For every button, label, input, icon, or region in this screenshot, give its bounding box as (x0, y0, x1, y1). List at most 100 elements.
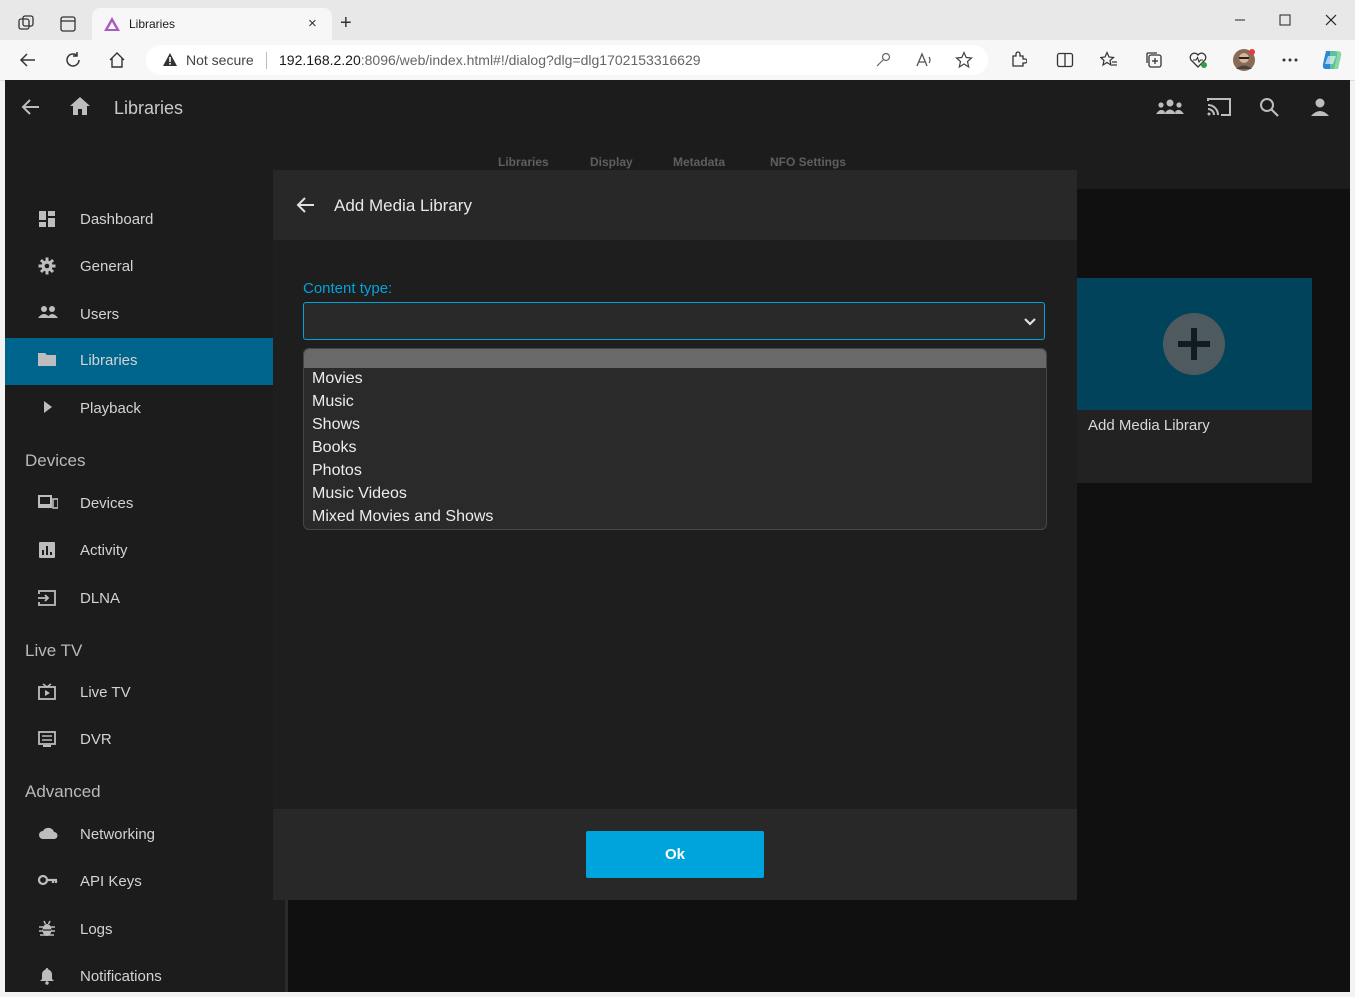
dialog-back-arrow-icon[interactable] (296, 196, 316, 214)
dropdown-option-photos[interactable]: Photos (312, 461, 362, 481)
dialog-header: Add Media Library (273, 170, 1077, 240)
live-tv-icon (38, 683, 56, 701)
browser-tab-bar: Libraries × + (0, 0, 1355, 40)
sidebar-item-general[interactable]: General (5, 244, 273, 291)
sidebar-item-label: Logs (80, 921, 113, 938)
tab-nfo-settings[interactable]: NFO Settings (770, 155, 846, 169)
syncplay-group-icon[interactable] (1156, 98, 1184, 116)
tab-actions-icon[interactable] (60, 16, 76, 32)
refresh-icon[interactable] (64, 51, 82, 69)
url-divider (266, 52, 267, 69)
home-icon[interactable] (69, 96, 91, 116)
sidebar-item-label: Devices (80, 495, 134, 512)
browser-essentials-icon[interactable] (1189, 51, 1207, 69)
browser-address-bar: Not secure 192.168.2.20:8096/web/index.h… (0, 40, 1355, 81)
tab-display[interactable]: Display (590, 155, 633, 169)
sidebar-item-users[interactable]: Users (5, 292, 273, 339)
copilot-icon[interactable] (1320, 48, 1344, 72)
dashboard-icon (38, 210, 56, 228)
dialog-title: Add Media Library (334, 196, 472, 215)
add-library-card-label: Add Media Library (1088, 417, 1210, 434)
new-tab-button[interactable]: + (340, 13, 352, 33)
more-menu-icon[interactable] (1281, 51, 1299, 69)
dvr-icon (38, 730, 56, 748)
sidebar-item-label: Dashboard (80, 211, 154, 228)
collections-icon[interactable] (1145, 51, 1163, 69)
dlna-icon (38, 589, 56, 607)
dropdown-option-music[interactable]: Music (312, 392, 354, 412)
sidebar-item-label: API Keys (80, 873, 142, 890)
sidebar-item-api-keys[interactable]: API Keys (5, 859, 273, 906)
sidebar-item-label: Networking (80, 826, 156, 843)
ok-button[interactable]: Ok (586, 831, 764, 878)
search-icon[interactable] (1259, 97, 1279, 117)
tab-title: Libraries (129, 17, 176, 31)
sidebar-item-networking[interactable]: Networking (5, 812, 273, 859)
bell-icon (38, 967, 56, 985)
sidebar-item-activity[interactable]: Activity (5, 528, 273, 575)
home-icon[interactable] (108, 51, 126, 69)
dropdown-option-mixed[interactable]: Mixed Movies and Shows (312, 507, 493, 527)
extensions-icon[interactable] (1009, 51, 1027, 69)
url-path: :8096/web/index.html#!/dialog?dlg=dlg170… (360, 52, 701, 68)
tab-libraries[interactable]: Libraries (498, 155, 549, 169)
dropdown-option-movies[interactable]: Movies (312, 369, 363, 389)
back-arrow-icon[interactable] (21, 98, 41, 116)
minimize-icon[interactable] (1232, 12, 1248, 28)
section-advanced: Advanced (25, 782, 101, 801)
back-icon[interactable] (19, 51, 37, 69)
sidebar-item-libraries[interactable]: Libraries (5, 338, 273, 385)
content-type-dropdown: Movies Music Shows Books Photos Music Vi… (303, 348, 1047, 530)
tab-close-button[interactable]: × (308, 16, 317, 32)
add-library-card-image (1077, 278, 1312, 410)
sidebar-item-label: Users (80, 306, 120, 323)
sidebar-item-label: DLNA (80, 590, 121, 607)
sidebar-item-dvr[interactable]: DVR (5, 717, 273, 764)
dropdown-option-shows[interactable]: Shows (312, 415, 360, 435)
user-icon[interactable] (1310, 97, 1330, 117)
sidebar-item-notifications[interactable]: Notifications (5, 954, 273, 992)
cast-icon[interactable] (1207, 97, 1231, 117)
sidebar-item-playback[interactable]: Playback (5, 386, 273, 433)
folder-icon (38, 351, 56, 367)
browser-tab[interactable]: Libraries × (92, 8, 332, 40)
bug-icon (38, 920, 56, 938)
section-live-tv: Live TV (25, 641, 83, 660)
activity-icon (38, 541, 56, 559)
sidebar-item-dlna[interactable]: DLNA (5, 576, 273, 623)
url-host: 192.168.2.20 (279, 52, 361, 68)
url-field[interactable]: Not secure 192.168.2.20:8096/web/index.h… (146, 45, 988, 75)
close-window-icon[interactable] (1323, 12, 1339, 28)
password-key-icon[interactable] (875, 52, 891, 68)
jellyfin-logo-icon (104, 17, 120, 31)
favorite-star-icon[interactable] (955, 51, 973, 69)
content-type-label: Content type: (303, 280, 393, 297)
dropdown-option-blank[interactable] (304, 349, 1046, 368)
security-label[interactable]: Not secure (186, 52, 254, 68)
add-library-card[interactable]: Add Media Library (1077, 278, 1312, 483)
dropdown-option-music-videos[interactable]: Music Videos (312, 484, 407, 504)
play-icon (38, 399, 56, 415)
dropdown-option-books[interactable]: Books (312, 438, 356, 458)
sidebar-item-label: Playback (80, 400, 141, 417)
sidebar-item-logs[interactable]: Logs (5, 907, 273, 954)
add-media-library-dialog: Add Media Library Content type: Movies M… (273, 170, 1077, 900)
dialog-footer: Ok (273, 809, 1077, 900)
sidebar-item-dashboard[interactable]: Dashboard (5, 197, 273, 244)
profile-avatar[interactable] (1232, 48, 1256, 72)
plus-icon[interactable] (1163, 313, 1225, 375)
warning-icon[interactable] (162, 52, 178, 67)
page-title: Libraries (114, 98, 184, 118)
sidebar-item-devices[interactable]: Devices (5, 481, 273, 528)
favorites-icon[interactable] (1100, 51, 1118, 69)
content-type-select[interactable] (303, 302, 1045, 340)
url-text[interactable]: 192.168.2.20:8096/web/index.html#!/dialo… (279, 52, 701, 68)
split-screen-icon[interactable] (1056, 51, 1074, 69)
workspaces-icon[interactable] (18, 15, 36, 33)
cloud-icon (38, 825, 58, 841)
sidebar-item-live-tv[interactable]: Live TV (5, 670, 273, 717)
read-aloud-icon[interactable] (915, 52, 933, 68)
tab-metadata[interactable]: Metadata (673, 155, 725, 169)
maximize-icon[interactable] (1277, 12, 1293, 28)
devices-icon (38, 494, 58, 510)
